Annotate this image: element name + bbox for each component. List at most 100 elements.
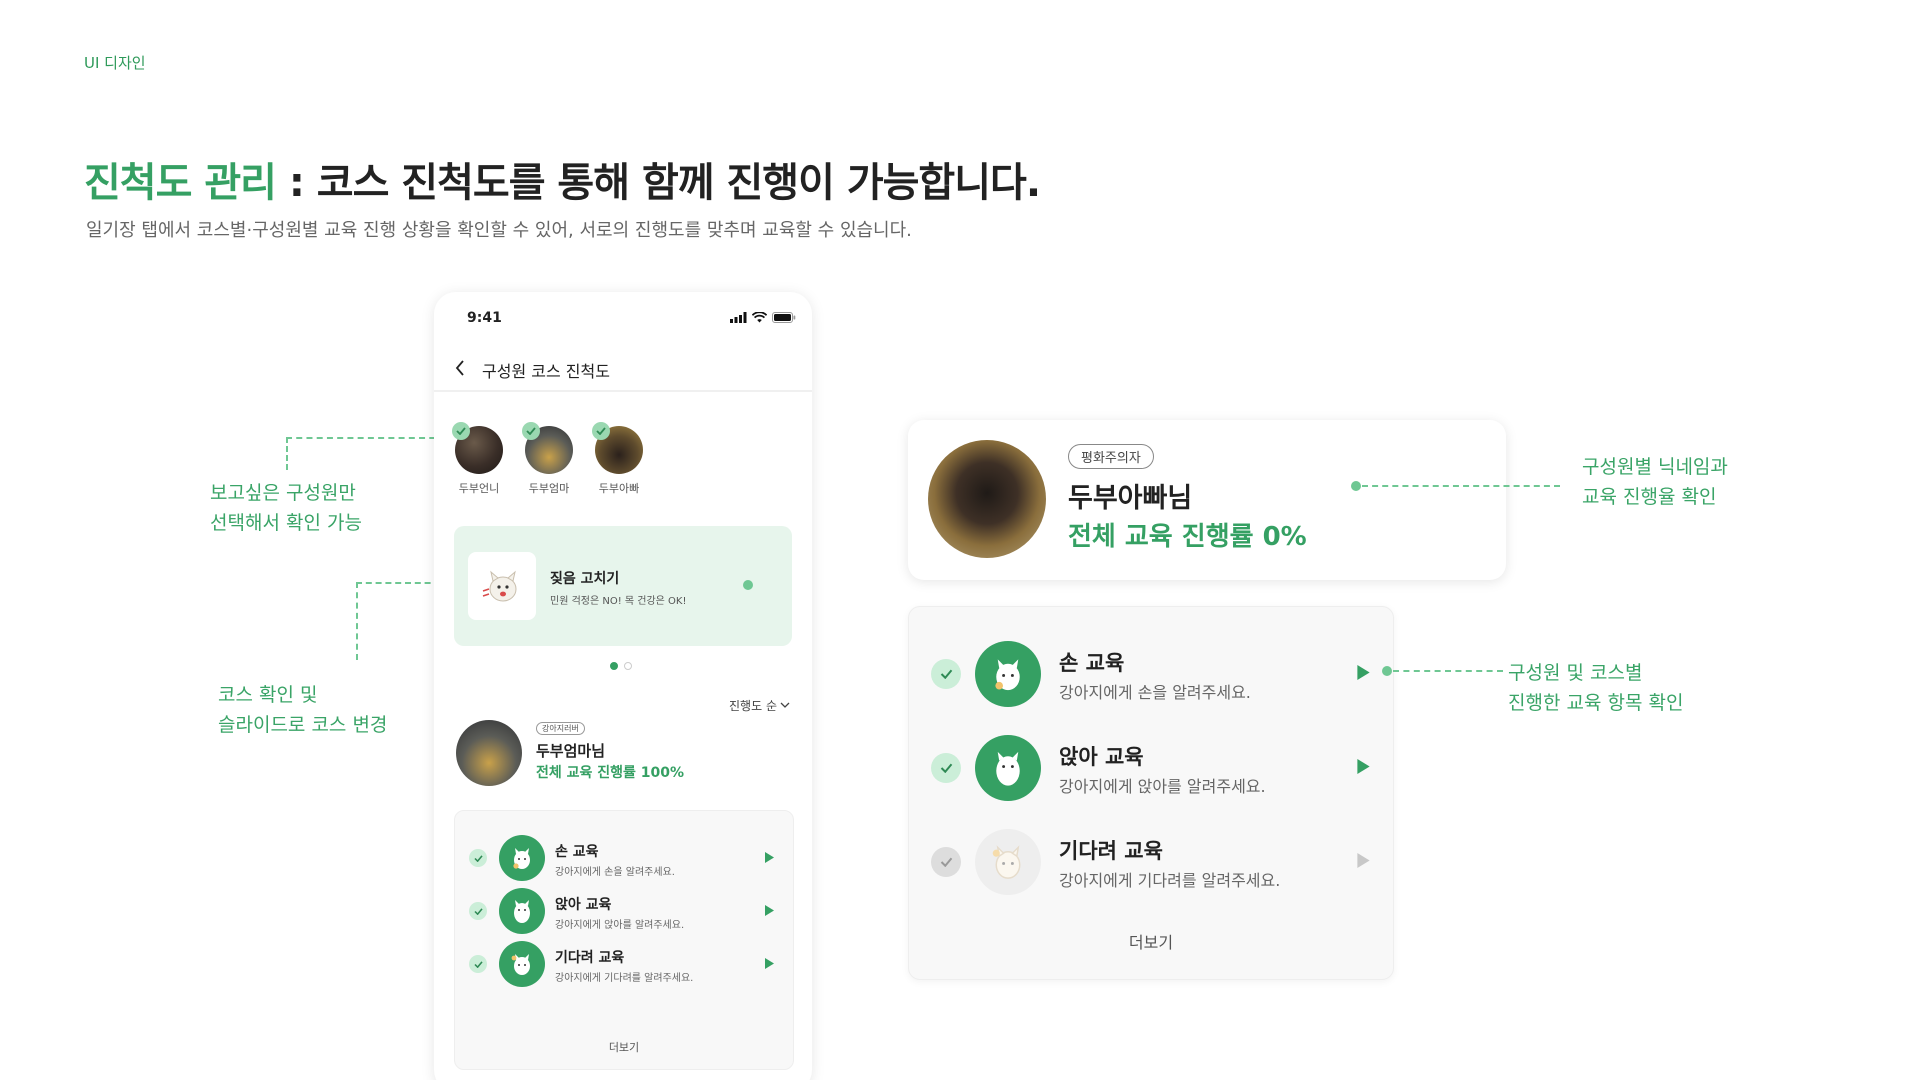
detail-profile-card: 평화주의자 두부아빠님 전체 교육 진행률 0% — [908, 420, 1506, 580]
education-title: 앉아 교육 — [1059, 745, 1144, 769]
back-arrow-icon[interactable] — [454, 358, 466, 378]
play-icon[interactable] — [1357, 853, 1370, 868]
annotation-dot — [1382, 666, 1392, 676]
education-description: 강아지에게 앉아를 알려주세요. — [555, 920, 685, 931]
more-button[interactable]: 더보기 — [455, 1039, 793, 1055]
education-description: 강아지에게 앉아를 알려주세요. — [1059, 777, 1266, 796]
annotation-line: 슬라이드로 코스 변경 — [218, 714, 388, 736]
education-description: 강아지에게 손을 알려주세요. — [555, 867, 675, 878]
education-title: 기다려 교육 — [555, 950, 625, 966]
education-title: 손 교육 — [1059, 651, 1125, 675]
annotation-connector — [286, 437, 288, 470]
profile-avatar — [456, 720, 522, 786]
play-icon[interactable] — [1357, 759, 1370, 774]
dog-paw-icon — [499, 835, 545, 881]
more-button[interactable]: 더보기 — [909, 929, 1393, 953]
check-icon — [931, 847, 961, 877]
annotation-nickname-progress: 구성원별 닉네임과 교육 진행율 확인 — [1582, 452, 1728, 512]
page-title-accent: 진척도 관리 — [84, 160, 277, 206]
annotation-connector — [356, 582, 358, 660]
dog-paw-icon — [975, 641, 1041, 707]
profile-avatar — [928, 440, 1046, 558]
battery-icon — [772, 312, 796, 323]
check-icon — [469, 902, 487, 920]
annotation-line: 구성원 및 코스별 — [1508, 662, 1643, 684]
play-icon[interactable] — [1357, 665, 1370, 680]
member-name: 두부언니 — [458, 482, 500, 495]
play-icon[interactable] — [765, 852, 774, 863]
profile-progress: 전체 교육 진행률 0% — [1068, 522, 1307, 552]
pager-dot[interactable] — [624, 662, 632, 670]
annotation-connector — [1393, 670, 1503, 672]
page-title: 진척도 관리 : 코스 진척도를 통해 함께 진행이 가능합니다. — [84, 150, 1041, 208]
play-icon[interactable] — [765, 958, 774, 969]
education-title: 기다려 교육 — [1059, 839, 1163, 863]
annotation-course-slide: 코스 확인 및 슬라이드로 코스 변경 — [218, 680, 387, 740]
profile-name: 두부아빠님 — [1068, 483, 1193, 514]
page-subtitle: 일기장 탭에서 코스별·구성원별 교육 진행 상황을 확인할 수 있어, 서로의… — [86, 220, 912, 241]
course-pager[interactable] — [610, 662, 632, 670]
detail-education-list: 손 교육 강아지에게 손을 알려주세요. 앉아 교육 강아지에게 앉아를 알려주… — [908, 606, 1394, 980]
course-illustration — [468, 552, 536, 620]
education-item[interactable]: 손 교육 강아지에게 손을 알려주세요. — [931, 637, 1371, 707]
profile-name: 두부엄마님 — [536, 742, 606, 760]
check-icon — [522, 422, 540, 440]
education-item[interactable]: 손 교육 강아지에게 손을 알려주세요. — [469, 831, 774, 885]
annotation-line: 코스 확인 및 — [218, 684, 318, 706]
education-item[interactable]: 기다려 교육 강아지에게 기다려를 알려주세요. — [931, 825, 1371, 895]
play-icon[interactable] — [765, 905, 774, 916]
phone-mockup: 9:41 구성원 코스 진척도 두부언니 두부엄마 두부아빠 짖음 고치기 민원… — [434, 292, 812, 1080]
sort-label: 진행도 순 — [729, 699, 777, 713]
check-icon — [469, 955, 487, 973]
education-description: 강아지에게 기다려를 알려주세요. — [555, 973, 694, 984]
education-title: 손 교육 — [555, 844, 599, 860]
course-description: 민원 걱정은 NO! 목 건강은 OK! — [550, 596, 687, 607]
member-profile: 강아지러버 두부엄마님 전체 교육 진행률 100% — [456, 720, 796, 790]
waiting-dog-icon — [975, 829, 1041, 895]
annotation-line: 보고싶은 구성원만 — [210, 482, 356, 504]
annotation-line: 교육 진행율 확인 — [1582, 486, 1717, 508]
profile-progress: 전체 교육 진행률 100% — [536, 765, 685, 781]
education-description: 강아지에게 손을 알려주세요. — [1059, 683, 1251, 702]
pager-dot-active[interactable] — [610, 662, 618, 670]
member-name: 두부아빠 — [598, 482, 640, 495]
sitting-dog-icon — [499, 888, 545, 934]
profile-badge: 평화주의자 — [1068, 444, 1154, 469]
profile-badge: 강아지러버 — [536, 722, 585, 735]
course-card[interactable]: 짖음 고치기 민원 걱정은 NO! 목 건강은 OK! — [454, 526, 792, 646]
course-title: 짖음 고치기 — [550, 571, 620, 587]
annotation-connector — [1362, 485, 1560, 487]
check-icon — [469, 849, 487, 867]
education-list: 손 교육 강아지에게 손을 알려주세요. 앉아 교육 강아지에게 앉아를 알려주… — [454, 810, 794, 1070]
education-title: 앉아 교육 — [555, 897, 612, 913]
annotation-dot — [1351, 481, 1361, 491]
status-bar: 9:41 — [434, 292, 812, 342]
member-chip[interactable]: 두부아빠 — [592, 422, 644, 496]
chevron-down-icon — [780, 702, 790, 708]
wifi-icon — [752, 312, 767, 323]
member-name: 두부엄마 — [528, 482, 570, 495]
check-icon — [931, 659, 961, 689]
barking-dog-icon — [482, 570, 517, 602]
page-title-rest: : 코스 진척도를 통해 함께 진행이 가능합니다. — [275, 160, 1041, 206]
education-item[interactable]: 기다려 교육 강아지에게 기다려를 알려주세요. — [469, 937, 774, 991]
check-icon — [931, 753, 961, 783]
annotation-member-course-items: 구성원 및 코스별 진행한 교육 항목 확인 — [1508, 658, 1683, 718]
member-selector: 두부언니 두부엄마 두부아빠 — [452, 422, 644, 496]
member-chip[interactable]: 두부언니 — [452, 422, 504, 496]
course-indicator-dot — [743, 580, 753, 590]
education-item[interactable]: 앉아 교육 강아지에게 앉아를 알려주세요. — [931, 731, 1371, 801]
member-chip[interactable]: 두부엄마 — [522, 422, 574, 496]
annotation-line: 선택해서 확인 가능 — [210, 512, 362, 534]
signal-icon — [730, 312, 747, 323]
waiting-dog-icon — [499, 941, 545, 987]
sort-dropdown[interactable]: 진행도 순 — [729, 697, 790, 714]
education-item[interactable]: 앉아 교육 강아지에게 앉아를 알려주세요. — [469, 884, 774, 938]
education-description: 강아지에게 기다려를 알려주세요. — [1059, 871, 1281, 890]
check-icon — [592, 422, 610, 440]
section-tag: UI 디자인 — [84, 54, 146, 72]
nav-bar: 구성원 코스 진척도 — [434, 342, 812, 392]
status-time: 9:41 — [467, 310, 502, 326]
nav-title: 구성원 코스 진척도 — [482, 362, 610, 381]
annotation-member-select: 보고싶은 구성원만 선택해서 확인 가능 — [210, 478, 362, 538]
